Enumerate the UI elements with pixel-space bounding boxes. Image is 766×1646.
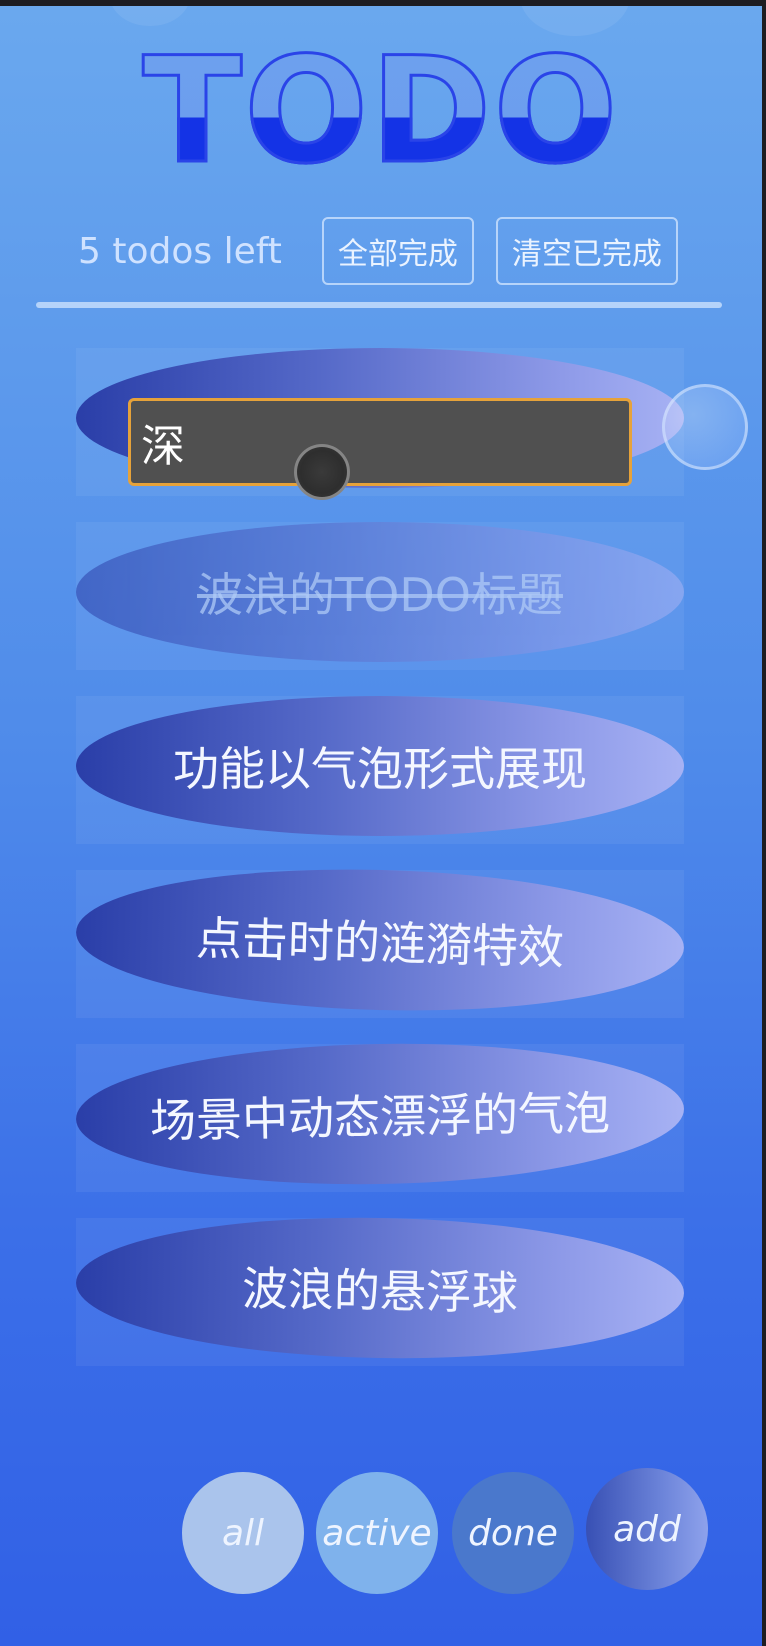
floating-bubble	[662, 384, 748, 470]
todo-item[interactable]: 点击时的涟漪特效	[74, 862, 686, 1018]
todo-text: 点击时的涟漪特效	[195, 911, 565, 975]
todo-item[interactable]: 波浪的TODO标题	[76, 522, 684, 670]
divider	[36, 302, 722, 308]
filter-done-button[interactable]: done	[452, 1472, 574, 1594]
todo-text: 波浪的TODO标题	[197, 568, 563, 622]
todo-text: 功能以气泡形式展现	[173, 742, 587, 796]
filter-active-button[interactable]: active	[316, 1472, 438, 1594]
todo-item[interactable]: 波浪的悬浮球	[74, 1212, 686, 1366]
stats-row: 5 todos left 全部完成 清空已完成	[78, 217, 700, 285]
todo-text: 波浪的悬浮球	[241, 1261, 519, 1321]
todo-bubble[interactable]: 功能以气泡形式展现	[76, 696, 684, 836]
decorative-bubble	[110, 6, 190, 26]
todo-item[interactable]: 场景中动态漂浮的气泡	[74, 1038, 686, 1192]
todo-bubble[interactable]: 波浪的TODO标题	[76, 522, 684, 662]
todos-left-count: 5 todos left	[78, 230, 282, 272]
app-title: TODO	[0, 25, 762, 198]
cursor-ripple	[294, 444, 350, 500]
todo-bubble[interactable]: 波浪的悬浮球	[74, 1212, 686, 1364]
todo-bubble[interactable]: 点击时的涟漪特效	[74, 862, 686, 1018]
filter-all-button[interactable]: all	[182, 1472, 304, 1594]
add-todo-button[interactable]: add	[586, 1468, 708, 1590]
clear-completed-button[interactable]: 清空已完成	[495, 217, 678, 285]
todo-bubble[interactable]: 场景中动态漂浮的气泡	[74, 1038, 686, 1190]
todo-text: 场景中动态漂浮的气泡	[149, 1085, 611, 1149]
todo-edit-input[interactable]	[128, 398, 632, 486]
complete-all-button[interactable]: 全部完成	[321, 217, 474, 285]
todo-app: TODO 5 todos left 全部完成 清空已完成 波浪的TODO标题 功…	[0, 6, 762, 1646]
todo-item[interactable]: 功能以气泡形式展现	[76, 696, 684, 844]
